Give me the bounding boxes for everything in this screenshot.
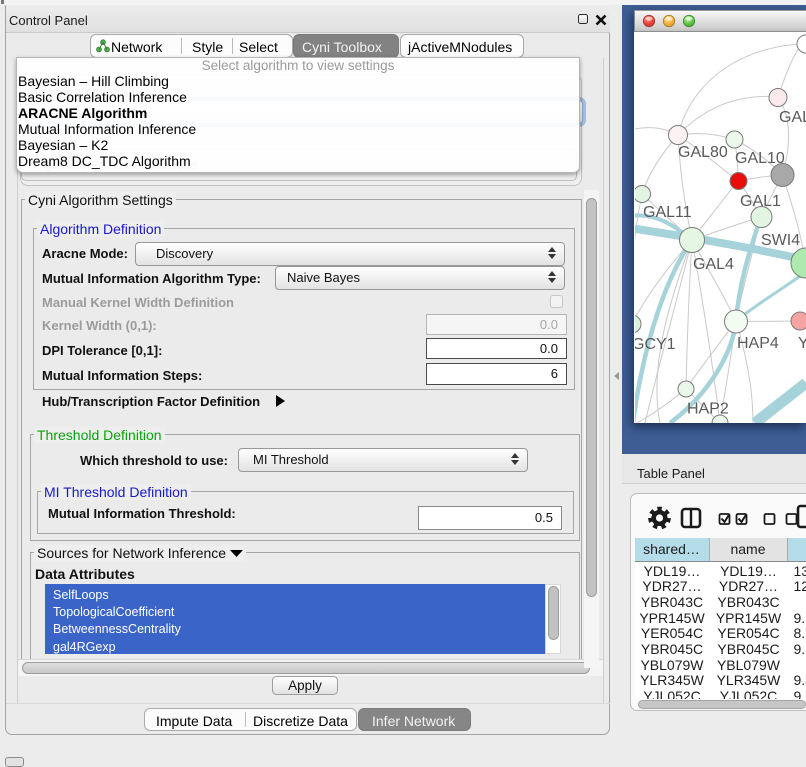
svg-text:Y: Y (798, 335, 806, 352)
svg-text:GAL11: GAL11 (643, 204, 692, 221)
svg-text:SWI4: SWI4 (761, 232, 800, 249)
svg-text:HAP2: HAP2 (687, 401, 729, 418)
svg-text:GAL2: GAL2 (779, 109, 806, 126)
svg-text:GAL80: GAL80 (678, 144, 728, 161)
svg-text:GAL10: GAL10 (735, 150, 785, 167)
svg-text:HAP4: HAP4 (737, 335, 779, 352)
svg-text:GCY1: GCY1 (635, 336, 676, 353)
svg-text:GAL4: GAL4 (693, 256, 734, 273)
svg-text:GAL1: GAL1 (740, 193, 781, 210)
